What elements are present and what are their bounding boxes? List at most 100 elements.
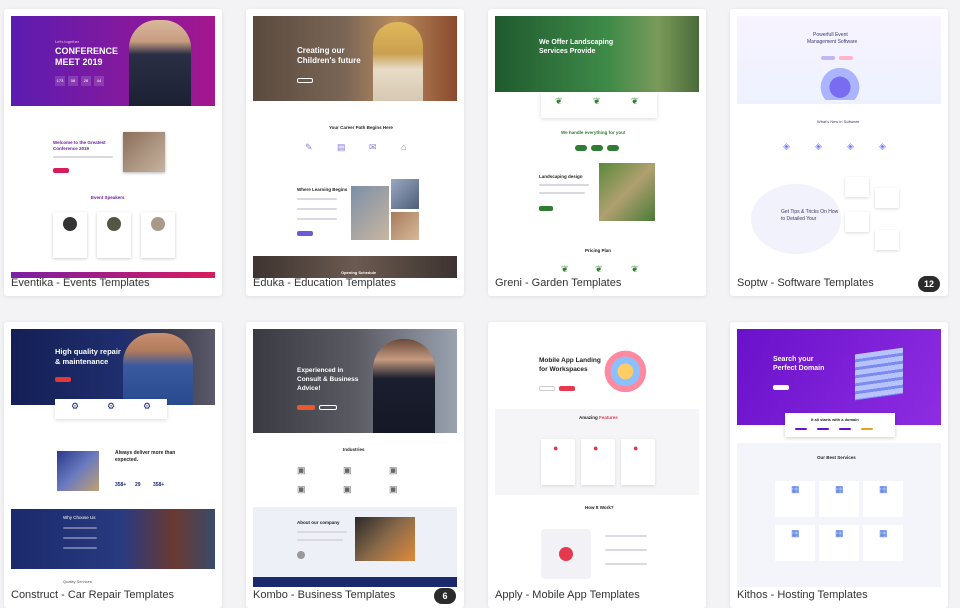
hero-title-line2: Management Software [807,39,858,45]
collage-photo-1 [351,186,389,240]
template-card-label[interactable]: Kombo - Business Templates [253,589,395,601]
template-card-label[interactable]: Eduka - Education Templates [253,277,396,289]
hero-cta-1 [821,56,835,60]
hero-cta-2 [559,386,575,391]
template-card-label[interactable]: Kithos - Hosting Templates [737,589,868,601]
feature-icon-1: ◈ [783,141,790,151]
template-card-label[interactable]: Construct - Car Repair Templates [11,589,174,601]
hero-title-line1: We Offer Landscaping [539,39,614,46]
service-icon-2: ❦ [593,96,601,106]
opening-title: Opening Schedule [341,270,377,275]
gardener-photo [599,163,655,221]
collage-photo-2 [391,179,419,209]
template-preview-eventika[interactable]: Let's together CONFERENCE MEET 2019 173 … [11,16,215,278]
deliver-line1: Always deliver more than [115,450,176,456]
hero-title-line1: CONFERENCE [55,46,119,56]
learn-more-button [297,231,313,236]
hero-title-line3: Advice! [297,385,321,392]
countdown-3: 28 [81,76,91,86]
hero-title-line1: Experienced in [297,367,344,374]
feature-icon-2: ● [593,443,599,453]
hero-banner [495,16,699,92]
template-preview-soptw[interactable]: Powerfull Event Management Software What… [737,16,941,278]
hero-title-line2: Children's future [297,56,361,65]
service-icon-2: ▦ [835,484,844,494]
mechanic-photo [123,333,193,405]
hero-cta [53,168,69,173]
tab-3 [607,145,619,151]
stat-3: 358+ [153,482,165,488]
hero-cta [55,377,71,382]
template-preview-construct[interactable]: High quality repair & maintenance ⚙ ⚙ ⚙ … [11,329,215,587]
service-icon-6: ▦ [879,528,888,538]
countdown-1: 173 [55,76,65,86]
phone-circle [559,547,573,561]
countdown-4: 44 [94,76,104,86]
speaker-avatar-3 [151,217,165,231]
hero-cta-2 [839,56,853,60]
hero-title-line2: Consult & Business [297,376,359,383]
why-title: Why Choose Us [63,515,96,520]
service-icon-4: ▦ [791,528,800,538]
template-card-label[interactable]: Soptw - Software Templates [737,277,874,289]
hero-title-line1: Mobile App Landing [539,357,601,364]
template-preview-kithos[interactable]: Search your Perfect Domain It all starts… [737,329,941,587]
template-preview-apply[interactable]: Mobile App Landing for Workspaces Amazin… [495,329,699,587]
tab-1 [575,145,587,151]
hero-title-line1: High quality repair [55,347,121,356]
feature-icon-4: ⌂ [401,142,407,152]
where-title: Where Learning Begins [297,187,348,192]
template-card-apply[interactable]: Mobile App Landing for Workspaces Amazin… [488,322,706,608]
industry-icon-2: ▣ [343,465,352,475]
template-preview-greni[interactable]: We Offer Landscaping Services Provide ❦ … [495,16,699,278]
template-card-label[interactable]: Greni - Garden Templates [495,277,621,289]
repair-photo [57,451,99,491]
about-photo [355,517,415,561]
amazing-title-1: Amazing [579,415,598,420]
landscaping-title: Landscaping design [539,174,583,179]
template-preview-kombo[interactable]: Experienced in Consult & Business Advice… [253,329,457,587]
hero-illustration [811,68,869,100]
feature-icon-3: ◈ [847,141,854,151]
template-card-eventika[interactable]: Let's together CONFERENCE MEET 2019 173 … [4,9,222,296]
template-card-greni[interactable]: We Offer Landscaping Services Provide ❦ … [488,9,706,296]
feature-icon-1: ✎ [305,142,313,152]
countdown-2: 08 [68,76,78,86]
service-icon-3: ❦ [631,96,639,106]
stat-2: 29 [135,482,141,488]
hero-cta [297,78,313,83]
hero-title-line2: for Workspaces [539,366,588,373]
hero-title-line2: Services Provide [539,48,596,55]
footer-bar [253,577,457,587]
feature-icon-3: ● [633,443,639,453]
hero-banner [737,329,941,425]
hero-title-line2: & maintenance [55,357,109,366]
why-banner [11,509,215,569]
feature-icon-1: ● [553,443,559,453]
feature-icon-4: ◈ [879,141,886,151]
template-card-kombo[interactable]: Experienced in Consult & Business Advice… [246,322,464,608]
template-card-label[interactable]: Eventika - Events Templates [11,277,150,289]
hero-title-line1: Creating our [297,46,345,55]
service-icon-5: ▦ [835,528,844,538]
deliver-line2: expected. [115,457,139,463]
template-card-soptw[interactable]: Powerfull Event Management Software What… [730,9,948,296]
pricing-icon-3: ❦ [631,264,639,274]
handle-title: We handle everything for you! [561,130,626,135]
service-icon-1: ⚙ [71,401,80,411]
service-icon-1: ❦ [555,96,563,106]
services-title: Quality Services [63,579,92,584]
feature-icon-2: ▤ [337,142,346,152]
industry-icon-5: ▣ [343,484,352,494]
template-card-eduka[interactable]: Creating our Children's future Your Care… [246,9,464,296]
hero-cta-1 [539,386,555,391]
service-icon-1: ▦ [791,484,800,494]
template-card-kithos[interactable]: Search your Perfect Domain It all starts… [730,322,948,608]
speakers-title: Event Speakers [91,195,125,200]
industry-icon-4: ▣ [297,484,306,494]
template-card-construct[interactable]: High quality repair & maintenance ⚙ ⚙ ⚙ … [4,322,222,608]
pricing-icon-1: ❦ [561,264,569,274]
template-card-label[interactable]: Apply - Mobile App Templates [495,589,640,601]
whats-new-title: What's New in Software [817,119,860,124]
template-preview-eduka[interactable]: Creating our Children's future Your Care… [253,16,457,278]
